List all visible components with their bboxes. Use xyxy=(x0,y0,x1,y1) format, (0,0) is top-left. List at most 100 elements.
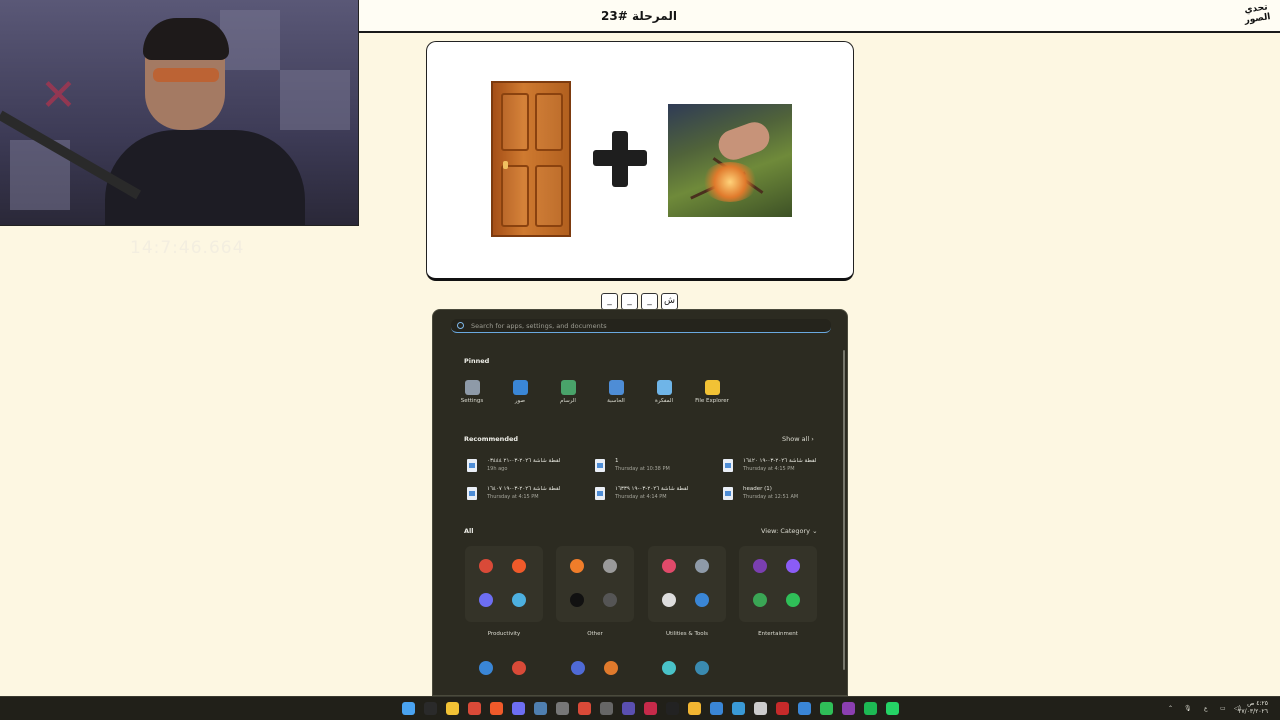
steam-icon[interactable] xyxy=(534,702,547,715)
door-image xyxy=(491,81,571,237)
answer-slot[interactable]: _ xyxy=(641,293,658,310)
pinned-app[interactable]: Settings xyxy=(449,380,495,404)
obs-icon[interactable] xyxy=(600,702,613,715)
app-red-icon[interactable] xyxy=(776,702,789,715)
edge-icon[interactable] xyxy=(820,702,833,715)
pinned-app-label: الرسام xyxy=(560,398,576,404)
category-app-icon[interactable] xyxy=(695,559,709,573)
document-icon xyxy=(595,487,605,500)
pinned-app[interactable]: File Explorer xyxy=(689,380,735,404)
app-icon[interactable] xyxy=(662,661,676,675)
category-app-icon[interactable] xyxy=(753,593,767,607)
document-icon xyxy=(723,459,733,472)
pinned-app[interactable]: الرسام xyxy=(545,380,591,404)
recommended-item[interactable]: لقطة شاشة ٢٠٢٦-٠٣-٢١ ٠٣٤٤٤ 19h ago xyxy=(467,458,587,476)
recommended-item[interactable]: لقطة شاشة ٢٠٢٦-٠٣-١٩ ١٦٣٣٩ Thursday at 4:… xyxy=(595,486,715,504)
app-icon[interactable] xyxy=(604,661,618,675)
show-all-button[interactable]: Show all › xyxy=(782,435,814,443)
start-menu: Search for apps, settings, and documents… xyxy=(432,309,848,696)
system-clock[interactable]: ٤:٢٥ ص ٢٧/٠٣/٢٠٢٦ xyxy=(1238,700,1268,716)
photos-taskbar-icon[interactable] xyxy=(710,702,723,715)
webcam-sign: ✕ xyxy=(40,70,77,121)
category-app-icon[interactable] xyxy=(512,593,526,607)
webcam-overlay: ✕ xyxy=(0,0,359,226)
category-app-icon[interactable] xyxy=(603,559,617,573)
vpn-icon[interactable] xyxy=(754,702,767,715)
app-icon[interactable] xyxy=(479,661,493,675)
start-icon[interactable] xyxy=(402,702,415,715)
brave-icon[interactable] xyxy=(490,702,503,715)
pinned-app[interactable]: الحاسبة xyxy=(593,380,639,404)
app-icon[interactable] xyxy=(571,661,585,675)
recommended-name: 1 xyxy=(615,458,619,464)
pinned-app-label: File Explorer xyxy=(695,398,729,404)
tool-icon[interactable] xyxy=(556,702,569,715)
kodi-icon[interactable] xyxy=(732,702,745,715)
answer-slot[interactable]: _ xyxy=(621,293,638,310)
tray-chevron-icon[interactable]: ⌃ xyxy=(1168,697,1173,720)
recommended-name: header (1) xyxy=(743,486,772,492)
recommended-item[interactable]: لقطة شاشة ٢٠٢٦-٠٣-١٩ ١٦٤٢٠ Thursday at 4:… xyxy=(723,458,843,476)
start-menu-scrollbar[interactable] xyxy=(843,350,845,670)
mic-icon[interactable]: 🎙 xyxy=(1184,697,1192,720)
category-app-icon[interactable] xyxy=(662,559,676,573)
category-folder[interactable]: Utilities & Tools xyxy=(648,546,726,637)
network-icon[interactable]: ▭ xyxy=(1220,697,1226,720)
azure-icon[interactable] xyxy=(798,702,811,715)
app-icon[interactable] xyxy=(512,661,526,675)
video-icon[interactable] xyxy=(622,702,635,715)
category-app-icon[interactable] xyxy=(603,593,617,607)
app-yellow-icon[interactable] xyxy=(688,702,701,715)
category-app-icon[interactable] xyxy=(570,593,584,607)
recommended-item[interactable]: لقطة شاشة ٢٠٢٦-٠٣-١٩ ١٦٤٠٧ Thursday at 4:… xyxy=(467,486,587,504)
answer-slot[interactable]: _ xyxy=(601,293,618,310)
adobe-icon[interactable] xyxy=(644,702,657,715)
whatsapp-icon[interactable] xyxy=(886,702,899,715)
recommended-time: 19h ago xyxy=(487,466,508,472)
site-logo[interactable]: تحدي الصور xyxy=(1242,2,1271,29)
discord-icon[interactable] xyxy=(512,702,525,715)
category-app-icon[interactable] xyxy=(662,593,676,607)
start-search-input[interactable]: Search for apps, settings, and documents xyxy=(451,319,831,333)
language-indicator[interactable]: ع xyxy=(1204,697,1208,720)
pinned-app[interactable]: صور xyxy=(497,380,543,404)
category-app-icon[interactable] xyxy=(479,593,493,607)
file-explorer-icon[interactable] xyxy=(446,702,459,715)
chrome-icon[interactable] xyxy=(468,702,481,715)
category-label: Utilities & Tools xyxy=(665,631,709,637)
paint-icon xyxy=(560,380,576,395)
recommended-time: Thursday at 4:15 PM xyxy=(487,494,539,500)
recommended-name: لقطة شاشة ٢٠٢٦-٠٣-١٩ ١٦٤٠٧ xyxy=(487,486,561,492)
level-title: المرحلة #23 xyxy=(601,9,677,23)
category-app-icon[interactable] xyxy=(786,559,800,573)
answer-slot[interactable]: ش xyxy=(661,293,678,310)
show-all-label: Show all xyxy=(782,435,810,443)
view-category-button[interactable]: View: Category ⌄ xyxy=(761,527,818,535)
category-app-icon[interactable] xyxy=(753,559,767,573)
chrome-alt-icon[interactable] xyxy=(578,702,591,715)
recommended-item[interactable]: header (1) Thursday at 12:51 AM xyxy=(723,486,843,504)
document-icon xyxy=(467,487,477,500)
recommended-time: Thursday at 4:14 PM xyxy=(615,494,667,500)
pinned-app[interactable]: المفكرة xyxy=(641,380,687,404)
category-app-icon[interactable] xyxy=(512,559,526,573)
category-folder[interactable]: Productivity xyxy=(465,546,543,637)
category-app-icon[interactable] xyxy=(570,559,584,573)
category-app-icon[interactable] xyxy=(786,593,800,607)
capcut-icon[interactable] xyxy=(666,702,679,715)
photos-icon xyxy=(512,380,528,395)
game-header: المرحلة #23 تحدي الصور xyxy=(359,0,1280,33)
pinned-app-label: صور xyxy=(514,398,526,404)
search-placeholder: Search for apps, settings, and documents xyxy=(471,322,607,330)
category-folder[interactable]: Entertainment xyxy=(739,546,817,637)
search-icon[interactable] xyxy=(424,702,437,715)
category-app-icon[interactable] xyxy=(479,559,493,573)
category-app-icon[interactable] xyxy=(695,593,709,607)
app-icon[interactable] xyxy=(695,661,709,675)
twitch-icon[interactable] xyxy=(842,702,855,715)
calculator-icon xyxy=(608,380,624,395)
recommended-name: لقطة شاشة ٢٠٢٦-٠٣-١٩ ١٦٤٢٠ xyxy=(743,458,817,464)
category-folder[interactable]: Other xyxy=(556,546,634,637)
spotify-icon[interactable] xyxy=(864,702,877,715)
recommended-item[interactable]: 1 Thursday at 10:38 PM xyxy=(595,458,715,476)
